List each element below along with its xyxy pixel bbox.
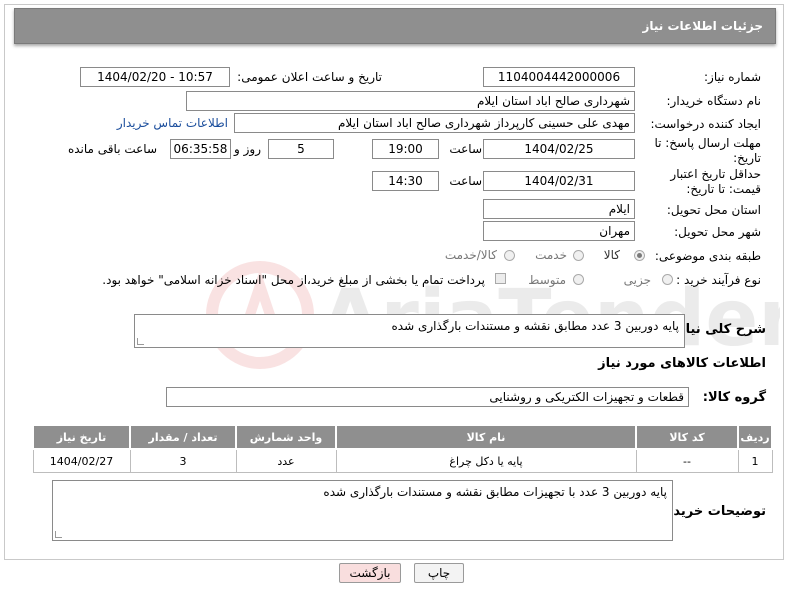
remaining-time-label: ساعت باقی مانده xyxy=(67,142,157,156)
goods-table: ردیف کد کالا نام کالا واحد شمارش تعداد /… xyxy=(32,424,773,473)
need-number-label: شماره نیاز: xyxy=(704,70,761,84)
buyer-contact-link[interactable]: اطلاعات تماس خریدار xyxy=(117,116,228,130)
creator-field: مهدی علی حسینی کارپرداز شهرداری صالح ابا… xyxy=(234,113,635,133)
resize-grip-icon[interactable] xyxy=(137,338,144,345)
cell-qty: 3 xyxy=(129,448,237,473)
city-label: شهر محل تحویل: xyxy=(674,225,761,239)
goods-section-title: اطلاعات کالاهای مورد نیاز xyxy=(598,356,766,371)
category-label: طبقه بندی موضوعی: xyxy=(654,249,761,263)
goods-group-field: قطعات و تجهیزات الکتریکی و روشنایی xyxy=(166,387,689,407)
column-header-unit: واحد شمارش xyxy=(235,424,337,450)
category-option-both: کالا/خدمت xyxy=(444,248,497,262)
cell-row: 1 xyxy=(737,448,773,473)
resize-grip-icon[interactable] xyxy=(55,531,62,538)
category-radio-both[interactable] xyxy=(504,250,515,261)
column-header-name: نام کالا xyxy=(335,424,637,450)
process-label: نوع فرآیند خرید : xyxy=(676,273,761,287)
description-text: پایه دوربین 3 عدد مطابق نقشه و مستندات ب… xyxy=(391,319,679,333)
category-option-service: خدمت xyxy=(535,248,567,262)
price-date-field: 1404/02/31 xyxy=(483,171,635,191)
cell-unit: عدد xyxy=(235,448,337,473)
process-option-medium: متوسط xyxy=(528,273,566,287)
province-label: استان محل تحویل: xyxy=(666,203,761,217)
back-button[interactable]: بازگشت xyxy=(339,563,401,583)
buyer-org-label: نام دستگاه خریدار: xyxy=(666,94,762,108)
reply-time-field: 19:00 xyxy=(372,139,439,159)
cell-code: -- xyxy=(635,448,739,473)
column-header-date: تاریخ نیاز xyxy=(32,424,131,450)
table-row: 1 -- پایه یا دکل چراغ عدد 3 1404/02/27 xyxy=(32,448,773,473)
page-title: جزئیات اطلاعات نیاز xyxy=(642,19,763,33)
days-label: روز و xyxy=(234,142,261,156)
buyer-org-field: شهرداری صالح اباد استان ایلام xyxy=(186,91,635,111)
category-radio-service[interactable] xyxy=(573,250,584,261)
title-bar: جزئیات اطلاعات نیاز xyxy=(14,8,776,44)
need-number-field: 1104004442000006 xyxy=(483,67,635,87)
price-validity-label: حداقل تاریخ اعتبار قیمت: تا تاریخ: xyxy=(670,167,761,196)
cell-date: 1404/02/27 xyxy=(32,448,131,473)
process-radio-medium[interactable] xyxy=(573,274,584,285)
reply-date-field: 1404/02/25 xyxy=(483,139,635,159)
creator-label: ایجاد کننده درخواست: xyxy=(650,117,761,131)
city-field: مهران xyxy=(483,221,635,241)
category-radio-goods[interactable] xyxy=(634,250,645,261)
column-header-qty: تعداد / مقدار xyxy=(129,424,237,450)
remaining-time-field: 06:35:58 xyxy=(170,139,231,159)
category-option-goods: کالا xyxy=(603,248,620,262)
reply-deadline-label: مهلت ارسال پاسخ: تا تاریخ: xyxy=(654,136,761,165)
price-time-label: ساعت xyxy=(449,174,482,188)
announce-label: تاریخ و ساعت اعلان عمومی: xyxy=(237,70,382,84)
process-option-minor: جزیی xyxy=(623,273,651,287)
column-header-row: ردیف xyxy=(737,424,773,450)
description-label: شرح کلی نیاز: xyxy=(672,322,766,337)
price-time-field: 14:30 xyxy=(372,171,439,191)
treasury-payment-note: پرداخت تمام یا بخشی از مبلغ خرید،از محل … xyxy=(102,273,485,287)
description-textarea[interactable]: پایه دوربین 3 عدد مطابق نقشه و مستندات ب… xyxy=(134,314,685,348)
treasury-payment-checkbox[interactable] xyxy=(495,273,506,284)
days-field: 5 xyxy=(268,139,334,159)
announce-field: 1404/02/20 - 10:57 xyxy=(80,67,230,87)
process-radio-minor[interactable] xyxy=(662,274,673,285)
column-header-code: کد کالا xyxy=(635,424,739,450)
province-field: ایلام xyxy=(483,199,635,219)
reply-time-label: ساعت xyxy=(449,142,482,156)
cell-name: پایه یا دکل چراغ xyxy=(335,448,637,473)
print-button[interactable]: چاپ xyxy=(414,563,464,583)
goods-group-label: گروه کالا: xyxy=(702,390,766,405)
buyer-notes-text: پایه دوربین 3 عدد با تجهیزات مطابق نقشه … xyxy=(323,485,667,499)
buyer-notes-textarea[interactable]: پایه دوربین 3 عدد با تجهیزات مطابق نقشه … xyxy=(52,480,673,541)
goods-table-header: ردیف کد کالا نام کالا واحد شمارش تعداد /… xyxy=(32,424,773,450)
